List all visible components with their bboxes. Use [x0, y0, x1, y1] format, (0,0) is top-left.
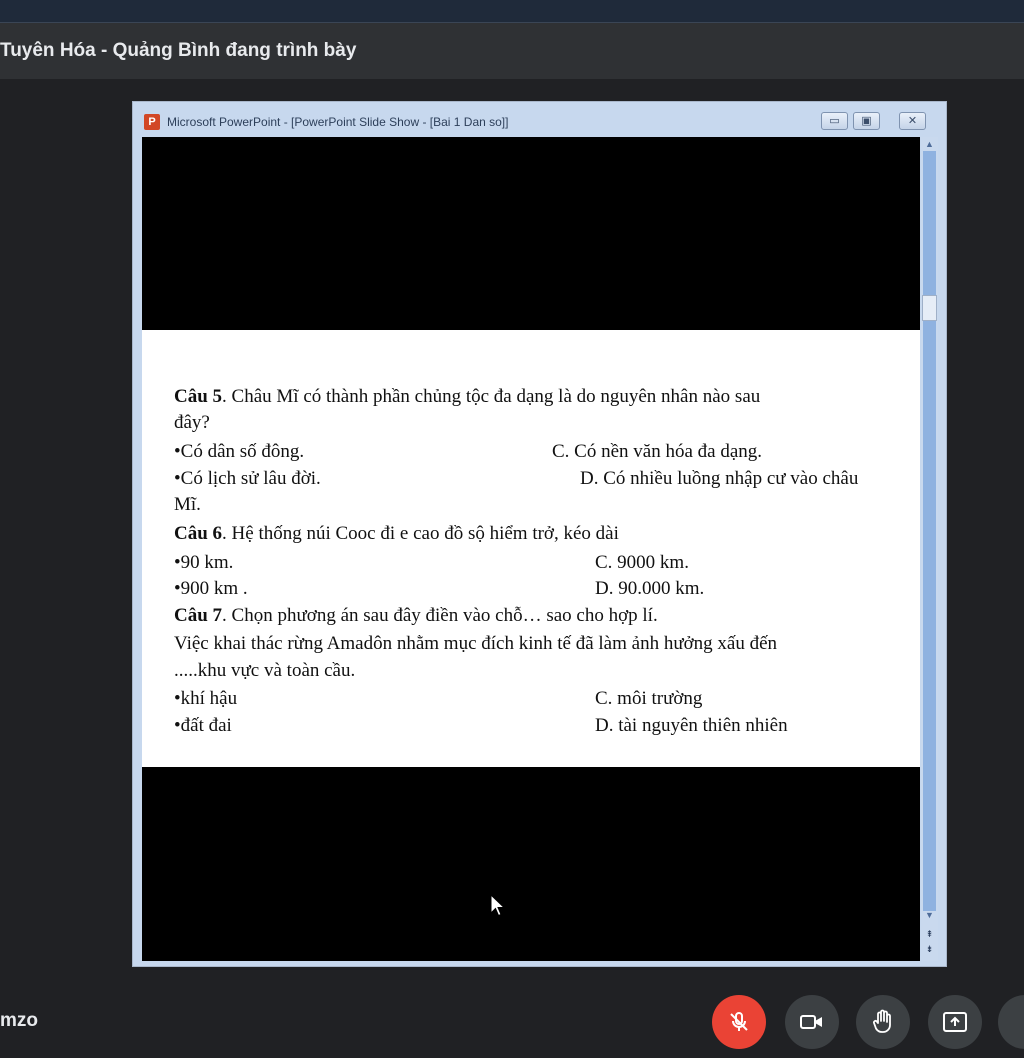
slide-line: •Có lịch sử lâu đời. — [174, 468, 321, 489]
vertical-scrollbar[interactable]: ▲ ▼ ⇞ ⇟ — [921, 137, 938, 961]
raise-hand-button[interactable] — [856, 995, 910, 1049]
camera-icon — [800, 1015, 822, 1029]
slide-line: C. Có nền văn hóa đa dạng. — [552, 441, 763, 462]
slide-line: •90 km. — [174, 552, 234, 573]
close-button[interactable]: ✕ — [899, 112, 926, 130]
mic-off-button[interactable] — [712, 995, 766, 1049]
powerpoint-window: P Microsoft PowerPoint - [PowerPoint Sli… — [132, 101, 947, 967]
slide-line: •khí hậu — [174, 688, 238, 709]
slide-line: Việc khai thác rừng Amadôn nhằm mục đích… — [174, 633, 778, 654]
slide-line: •Có dân số đông. — [174, 441, 305, 462]
slide-line: Câu 6. Hệ thống núi Cooc đi e cao đồ sộ … — [174, 523, 619, 544]
scroll-down-icon[interactable]: ▼ — [923, 910, 936, 921]
mouse-cursor-icon — [490, 894, 506, 917]
presenter-label: Tuyên Hóa - Quảng Bình đang trình bày — [0, 40, 357, 61]
scroll-up-icon[interactable]: ▲ — [923, 139, 936, 150]
restore-button[interactable]: ▣ — [853, 112, 880, 130]
scroll-track[interactable] — [923, 151, 936, 911]
slide-line: •900 km . — [174, 578, 248, 599]
camera-button[interactable] — [785, 995, 839, 1049]
slide-line: .....khu vực và toàn cầu. — [174, 660, 356, 681]
present-screen-icon — [943, 1012, 967, 1032]
scroll-thumb[interactable] — [922, 295, 937, 321]
present-button[interactable] — [928, 995, 982, 1049]
next-slide-icon[interactable]: ⇟ — [923, 943, 936, 955]
slide-line: •đất đai — [174, 715, 232, 736]
mic-off-icon — [730, 1012, 748, 1031]
powerpoint-logo-icon: P — [144, 114, 160, 130]
slide-line: C. môi trường — [595, 688, 703, 709]
browser-top-strip — [0, 0, 1024, 23]
slide-show-area: Câu 5. Châu Mĩ có thành phần chủng tộc đ… — [142, 137, 920, 961]
slide-line: Câu 5. Châu Mĩ có thành phần chủng tộc đ… — [174, 386, 761, 407]
slide-line: Câu 7. Chọn phương án sau đây điền vào c… — [174, 605, 658, 626]
slide-line: Mĩ. — [174, 494, 201, 515]
slide-line: đây? — [174, 412, 210, 433]
slide-line: C. 9000 km. — [595, 552, 689, 573]
slide-line: D. tài nguyên thiên nhiên — [595, 715, 788, 736]
window-title: Microsoft PowerPoint - [PowerPoint Slide… — [167, 115, 509, 129]
minimize-button[interactable]: ▭ — [821, 112, 848, 130]
meeting-code: mzo — [0, 1010, 38, 1031]
slide-line: D. Có nhiều luồng nhập cư vào châu — [580, 468, 859, 489]
window-titlebar: P Microsoft PowerPoint - [PowerPoint Sli… — [141, 112, 941, 134]
slide-line: D. 90.000 km. — [595, 578, 705, 599]
previous-slide-icon[interactable]: ⇞ — [923, 928, 936, 940]
hand-icon — [873, 1009, 891, 1033]
slide-content: Câu 5. Châu Mĩ có thành phần chủng tộc đ… — [142, 330, 920, 767]
